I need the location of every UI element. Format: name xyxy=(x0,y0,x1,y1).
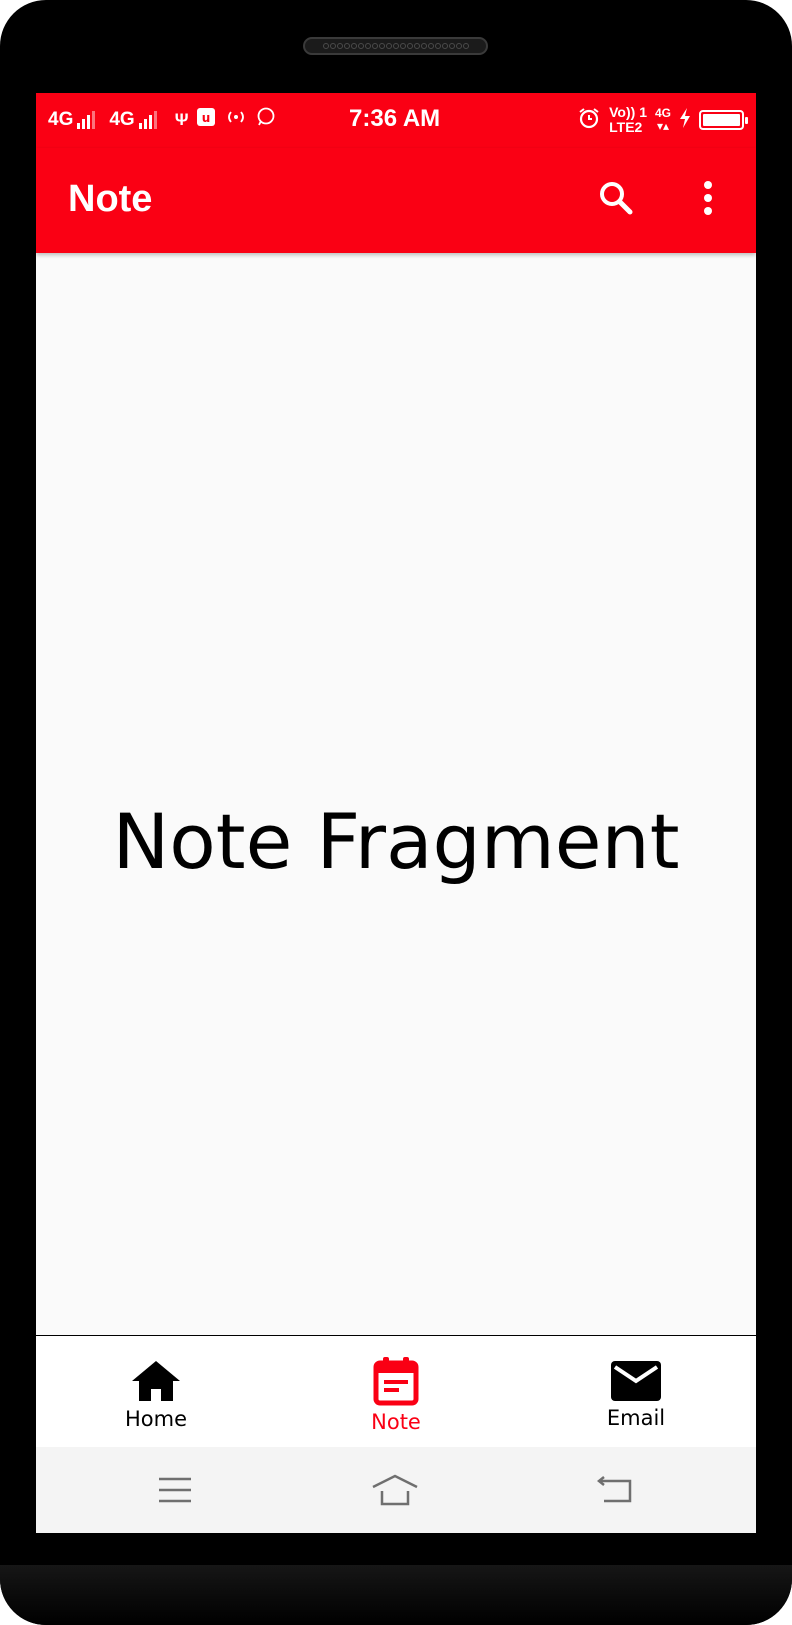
app-toolbar: Note xyxy=(36,148,756,253)
alarm-icon xyxy=(577,106,601,134)
back-arrow-icon xyxy=(596,1476,632,1503)
search-button[interactable] xyxy=(588,170,644,226)
phone-speaker xyxy=(303,37,488,55)
volte-indicator: Vo)) 1 LTE2 xyxy=(609,105,647,135)
system-navigation-bar xyxy=(36,1447,756,1533)
svg-text:u: u xyxy=(202,111,211,125)
status-left-group: 4G 4G Ψ u xyxy=(48,107,276,132)
network-type-1: 4G xyxy=(48,108,74,130)
battery-icon xyxy=(699,110,748,130)
nav-item-note[interactable]: Note xyxy=(276,1336,516,1447)
menu-lines-icon xyxy=(159,1477,191,1503)
signal-strength-icon xyxy=(138,110,157,129)
nav-label-note: Note xyxy=(371,1409,421,1434)
page-title: Note xyxy=(68,178,153,220)
status-time: 7:36 AM xyxy=(349,105,441,132)
data-indicator: 4G ▾▴ xyxy=(655,107,671,133)
fragment-content: Note Fragment xyxy=(36,253,756,1429)
signal-strength-icon xyxy=(77,110,96,129)
hotspot-icon xyxy=(224,108,248,131)
charging-icon xyxy=(679,108,691,132)
status-bar: 4G 4G Ψ u 7:36 AM Vo)) 1 LTE2 4G ▾▴ xyxy=(36,93,756,148)
home-system-button[interactable] xyxy=(370,1469,420,1511)
network-type-2: 4G xyxy=(109,108,135,130)
home-icon xyxy=(132,1360,180,1401)
overflow-menu-button[interactable] xyxy=(680,170,736,226)
volte-bottom-text: LTE2 xyxy=(609,119,643,135)
home-outline-icon xyxy=(372,1474,418,1506)
nav-item-home[interactable]: Home xyxy=(36,1336,276,1447)
data-arrows-icon: ▾▴ xyxy=(656,119,670,133)
phone-frame: 4G 4G Ψ u 7:36 AM Vo)) 1 LTE2 4G ▾▴ Note… xyxy=(0,0,792,1625)
nav-label-email: Email xyxy=(606,1405,666,1430)
usb-icon: Ψ xyxy=(174,109,189,129)
whatsapp-icon xyxy=(256,107,276,132)
more-vert-icon xyxy=(704,181,712,215)
search-icon xyxy=(600,182,633,215)
status-right-group: Vo)) 1 LTE2 4G ▾▴ xyxy=(577,105,748,135)
usb-debug-icon: u xyxy=(196,107,216,132)
phone-bottom-bezel xyxy=(0,1565,792,1625)
note-icon xyxy=(373,1356,419,1405)
recents-button[interactable] xyxy=(150,1469,200,1511)
device-screen: 4G 4G Ψ u 7:36 AM Vo)) 1 LTE2 4G ▾▴ Note… xyxy=(36,93,756,1533)
volte-top-text: Vo)) 1 xyxy=(609,104,647,120)
email-icon xyxy=(611,1360,661,1401)
bottom-navigation: Home Note Email xyxy=(36,1335,756,1447)
nav-item-email[interactable]: Email xyxy=(516,1336,756,1447)
back-button[interactable] xyxy=(590,1469,640,1511)
nav-label-home: Home xyxy=(124,1406,187,1431)
fragment-title: Note Fragment xyxy=(112,796,680,886)
